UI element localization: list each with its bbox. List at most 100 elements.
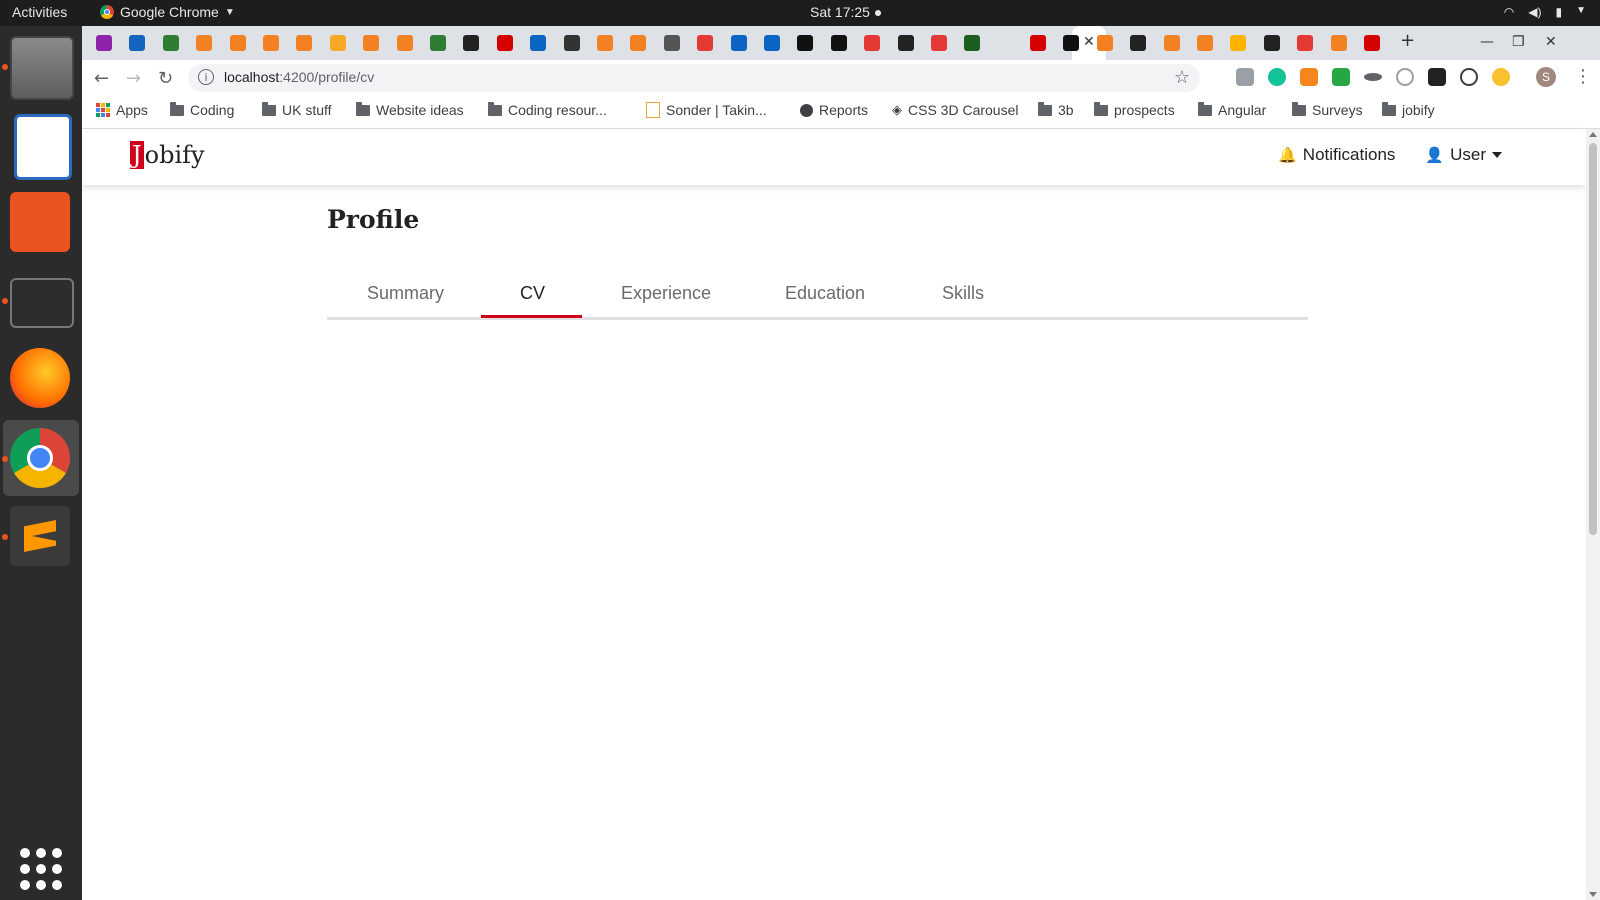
user-menu[interactable]: 👤 User <box>1425 145 1502 165</box>
tab-favicon[interactable] <box>1297 35 1314 51</box>
close-icon[interactable]: ✕ <box>1083 34 1095 50</box>
tab-favicon[interactable] <box>1230 35 1247 51</box>
caret-down-icon <box>1492 152 1502 158</box>
software-center-icon[interactable] <box>10 192 70 252</box>
tab-favicon[interactable] <box>897 35 914 51</box>
address-bar[interactable]: i localhost:4200/profile/cv ☆ <box>188 64 1200 92</box>
tab-favicon[interactable] <box>496 35 513 51</box>
metamask-extension-icon[interactable] <box>1300 68 1318 86</box>
tab-skills[interactable]: Skills <box>942 283 984 304</box>
tab-favicon[interactable] <box>764 35 780 51</box>
forward-icon[interactable]: → <box>126 68 141 89</box>
tab-experience[interactable]: Experience <box>621 283 711 304</box>
bookmark-surveys[interactable]: Surveys <box>1292 101 1363 118</box>
tab-favicon[interactable] <box>296 35 313 51</box>
bookmark-jobify[interactable]: jobify <box>1382 101 1435 118</box>
app-menu[interactable]: Google Chrome ▼ <box>100 4 235 20</box>
tab-favicon[interactable] <box>162 35 179 51</box>
tab-favicon[interactable] <box>363 35 380 51</box>
system-tray[interactable]: ◠ ◀) ▮ ▼ <box>1504 5 1586 19</box>
tab-favicon[interactable] <box>563 35 580 51</box>
tab-favicon[interactable] <box>1263 35 1280 51</box>
tab-favicon[interactable] <box>530 35 547 51</box>
cors-extension-icon[interactable] <box>1332 68 1350 86</box>
bookmark-apps[interactable]: Apps <box>96 102 148 118</box>
tab-favicon[interactable] <box>1197 35 1213 51</box>
tab-favicon[interactable] <box>263 35 279 51</box>
tab-favicon[interactable] <box>430 35 446 51</box>
tab-favicon[interactable] <box>229 35 246 51</box>
tab-favicon[interactable] <box>1330 35 1347 51</box>
kebab-menu-icon[interactable]: ⋮ <box>1574 66 1592 87</box>
tab-favicon[interactable] <box>1364 35 1380 51</box>
tab-favicon[interactable] <box>931 35 947 51</box>
tab-favicon[interactable] <box>830 35 847 51</box>
tab-favicon[interactable] <box>1096 35 1113 51</box>
terminal-icon[interactable] <box>10 278 74 328</box>
dark-mode-extension-icon[interactable] <box>1492 68 1510 86</box>
tab-favicon[interactable] <box>1030 35 1046 51</box>
wifi-icon: ◠ <box>1503 5 1515 19</box>
bookmark-css-3d-carousel[interactable]: ◈ CSS 3D Carousel <box>892 102 1019 118</box>
tab-favicon[interactable] <box>96 35 112 51</box>
tab-favicon[interactable] <box>329 35 346 51</box>
activities-button[interactable]: Activities <box>12 4 67 20</box>
page-scrollbar[interactable] <box>1586 129 1600 900</box>
chromecast-extension-icon[interactable] <box>1460 68 1478 86</box>
tab-favicon[interactable] <box>129 35 146 51</box>
clock[interactable]: Sat 17:25 ● <box>810 4 882 20</box>
firefox-icon[interactable] <box>10 348 70 408</box>
new-tab-icon[interactable]: + <box>1400 30 1415 51</box>
bookmark-prospects[interactable]: prospects <box>1094 101 1175 118</box>
sublime-icon[interactable] <box>10 506 70 566</box>
tab-favicon[interactable] <box>396 35 413 51</box>
tab-favicon[interactable] <box>697 35 714 51</box>
bookmark-angular[interactable]: Angular <box>1198 101 1266 118</box>
minimize-icon[interactable]: — <box>1480 34 1494 50</box>
show-applications-icon[interactable] <box>20 848 62 890</box>
scrollbar-thumb[interactable] <box>1589 143 1597 535</box>
grammarly-extension-icon[interactable] <box>1268 68 1286 86</box>
tab-favicon[interactable] <box>463 35 480 51</box>
tab-favicon[interactable] <box>597 35 613 51</box>
timer-extension-icon[interactable] <box>1396 68 1414 86</box>
tab-favicon[interactable] <box>797 35 814 51</box>
bookmark-website-ideas[interactable]: Website ideas <box>356 101 464 118</box>
files-icon[interactable] <box>10 36 74 100</box>
maximize-icon[interactable]: ❐ <box>1512 34 1525 50</box>
tab-favicon[interactable] <box>1163 35 1180 51</box>
eye-extension-icon[interactable] <box>1364 73 1382 81</box>
tab-favicon[interactable] <box>630 35 647 51</box>
tab-education[interactable]: Education <box>785 283 865 304</box>
tab-favicon[interactable] <box>964 35 981 51</box>
tab-favicon[interactable] <box>1063 35 1080 51</box>
bookmark-uk-stuff[interactable]: UK stuff <box>262 101 332 118</box>
tab-summary[interactable]: Summary <box>367 283 444 304</box>
close-window-icon[interactable]: ✕ <box>1545 34 1557 50</box>
tab-favicon[interactable] <box>730 35 747 51</box>
chrome-icon[interactable] <box>10 428 70 488</box>
bookmark-coding[interactable]: Coding <box>170 101 234 118</box>
tab-favicon[interactable] <box>663 35 680 51</box>
avatar[interactable]: S <box>1536 67 1556 87</box>
bookmark-star-icon[interactable]: ☆ <box>1174 67 1190 88</box>
bookmark-3b[interactable]: 3b <box>1038 101 1074 118</box>
notifications-link[interactable]: 🔔 Notifications <box>1278 145 1395 165</box>
bookmark-coding-resources[interactable]: Coding resour... <box>488 101 607 118</box>
tab-favicon[interactable] <box>1130 35 1147 51</box>
back-icon[interactable]: ← <box>94 68 109 89</box>
tab-cv[interactable]: CV <box>520 283 545 304</box>
camera-extension-icon[interactable] <box>1236 68 1254 86</box>
reload-icon[interactable]: ↻ <box>158 68 173 89</box>
bookmark-reports[interactable]: Reports <box>800 102 868 118</box>
bookmark-sonder[interactable]: Sonder | Takin... <box>646 102 767 118</box>
info-icon[interactable]: i <box>198 69 214 85</box>
tab-favicon[interactable] <box>196 35 213 51</box>
scroll-down-icon[interactable] <box>1589 892 1597 897</box>
tab-favicon[interactable] <box>864 35 881 51</box>
writer-icon[interactable] <box>14 114 72 180</box>
running-indicator <box>2 64 8 70</box>
scroll-up-icon[interactable] <box>1589 132 1597 137</box>
jobify-logo[interactable]: Jobify <box>130 141 205 169</box>
squarespace-extension-icon[interactable] <box>1428 68 1446 86</box>
